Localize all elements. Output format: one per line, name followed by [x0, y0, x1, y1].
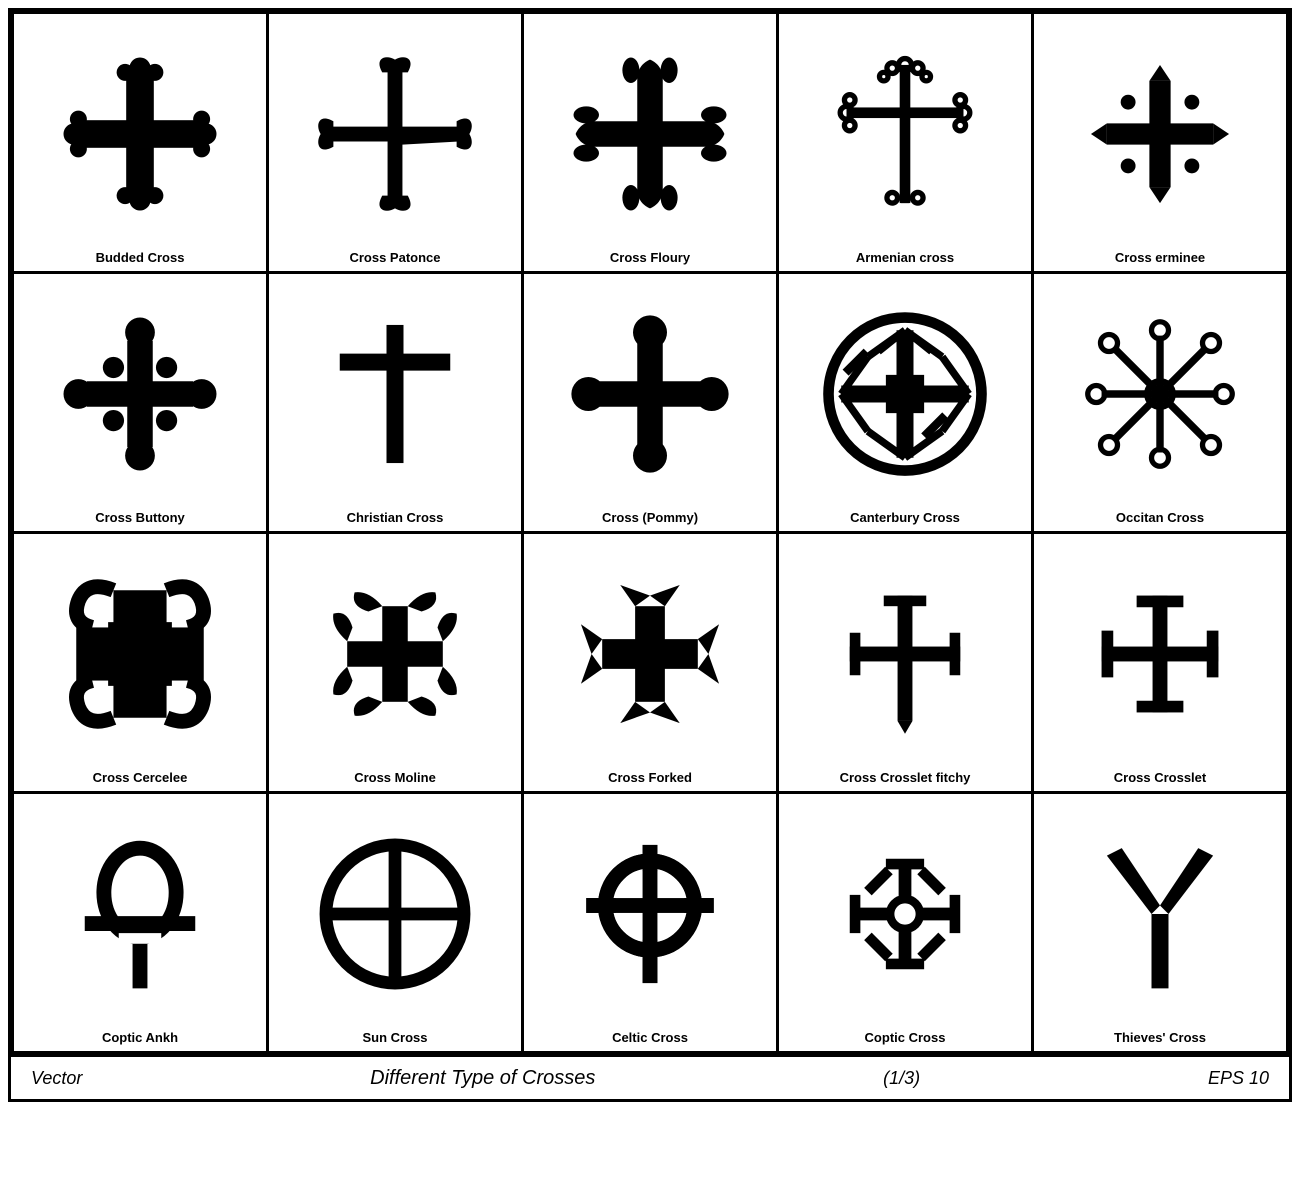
cell-christian-cross: Christian Cross [269, 274, 524, 534]
label-budded-cross: Budded Cross [96, 250, 185, 265]
symbol-cross-forked [528, 542, 772, 766]
cell-cross-buttony: Cross Buttony [14, 274, 269, 534]
crosses-grid: Budded Cross [11, 11, 1289, 1054]
symbol-coptic-ankh [18, 802, 262, 1026]
symbol-coptic-cross [783, 802, 1027, 1026]
cell-sun-cross: Sun Cross [269, 794, 524, 1054]
footer-left: Vector [31, 1068, 82, 1089]
cell-cross-patonce: Cross Patonce [269, 14, 524, 274]
label-cross-forked: Cross Forked [608, 770, 692, 785]
footer-center: Different Type of Crosses [370, 1067, 595, 1090]
cell-canterbury-cross: Canterbury Cross [779, 274, 1034, 534]
cell-budded-cross: Budded Cross [14, 14, 269, 274]
page-footer: Vector Different Type of Crosses (1/3) E… [11, 1054, 1289, 1099]
symbol-armenian-cross [783, 22, 1027, 246]
cell-cross-forked: Cross Forked [524, 534, 779, 794]
symbol-canterbury-cross [783, 282, 1027, 506]
cell-cross-crosslet: Cross Crosslet [1034, 534, 1289, 794]
label-coptic-ankh: Coptic Ankh [102, 1030, 178, 1045]
label-thieves-cross: Thieves' Cross [1114, 1030, 1206, 1045]
footer-page: (1/3) [883, 1068, 920, 1089]
cell-celtic-cross: Celtic Cross [524, 794, 779, 1054]
cell-cross-cercelee: Cross Cercelee [14, 534, 269, 794]
symbol-cross-moline [273, 542, 517, 766]
symbol-cross-floury [528, 22, 772, 246]
label-cross-moline: Cross Moline [354, 770, 436, 785]
symbol-cross-crosslet [1038, 542, 1282, 766]
symbol-cross-patonce [273, 22, 517, 246]
label-cross-buttony: Cross Buttony [95, 510, 185, 525]
symbol-cross-buttony [18, 282, 262, 506]
symbol-celtic-cross [528, 802, 772, 1026]
symbol-cross-pommy [528, 282, 772, 506]
cell-cross-moline: Cross Moline [269, 534, 524, 794]
label-coptic-cross: Coptic Cross [865, 1030, 946, 1045]
label-occitan-cross: Occitan Cross [1116, 510, 1204, 525]
label-cross-floury: Cross Floury [610, 250, 690, 265]
label-sun-cross: Sun Cross [362, 1030, 427, 1045]
symbol-budded-cross [18, 22, 262, 246]
label-cross-cercelee: Cross Cercelee [93, 770, 188, 785]
label-celtic-cross: Celtic Cross [612, 1030, 688, 1045]
cell-armenian-cross: Armenian cross [779, 14, 1034, 274]
label-cross-crosslet-fitchy: Cross Crosslet fitchy [840, 770, 971, 785]
symbol-occitan-cross [1038, 282, 1282, 506]
cell-coptic-ankh: Coptic Ankh [14, 794, 269, 1054]
main-container: Budded Cross [8, 8, 1292, 1102]
symbol-sun-cross [273, 802, 517, 1026]
symbol-cross-erminee [1038, 22, 1282, 246]
label-cross-patonce: Cross Patonce [349, 250, 440, 265]
cell-cross-crosslet-fitchy: Cross Crosslet fitchy [779, 534, 1034, 794]
label-canterbury-cross: Canterbury Cross [850, 510, 960, 525]
label-armenian-cross: Armenian cross [856, 250, 954, 265]
symbol-cross-cercelee [18, 542, 262, 766]
cell-thieves-cross: Thieves' Cross [1034, 794, 1289, 1054]
cell-cross-floury: Cross Floury [524, 14, 779, 274]
symbol-cross-crosslet-fitchy [783, 542, 1027, 766]
cell-cross-pommy: Cross (Pommy) [524, 274, 779, 534]
label-cross-pommy: Cross (Pommy) [602, 510, 698, 525]
label-cross-crosslet: Cross Crosslet [1114, 770, 1206, 785]
cell-occitan-cross: Occitan Cross [1034, 274, 1289, 534]
cell-coptic-cross: Coptic Cross [779, 794, 1034, 1054]
symbol-thieves-cross [1038, 802, 1282, 1026]
footer-format: EPS 10 [1208, 1068, 1269, 1089]
cell-cross-erminee: Cross erminee [1034, 14, 1289, 274]
symbol-christian-cross [273, 282, 517, 506]
label-christian-cross: Christian Cross [347, 510, 444, 525]
label-cross-erminee: Cross erminee [1115, 250, 1205, 265]
